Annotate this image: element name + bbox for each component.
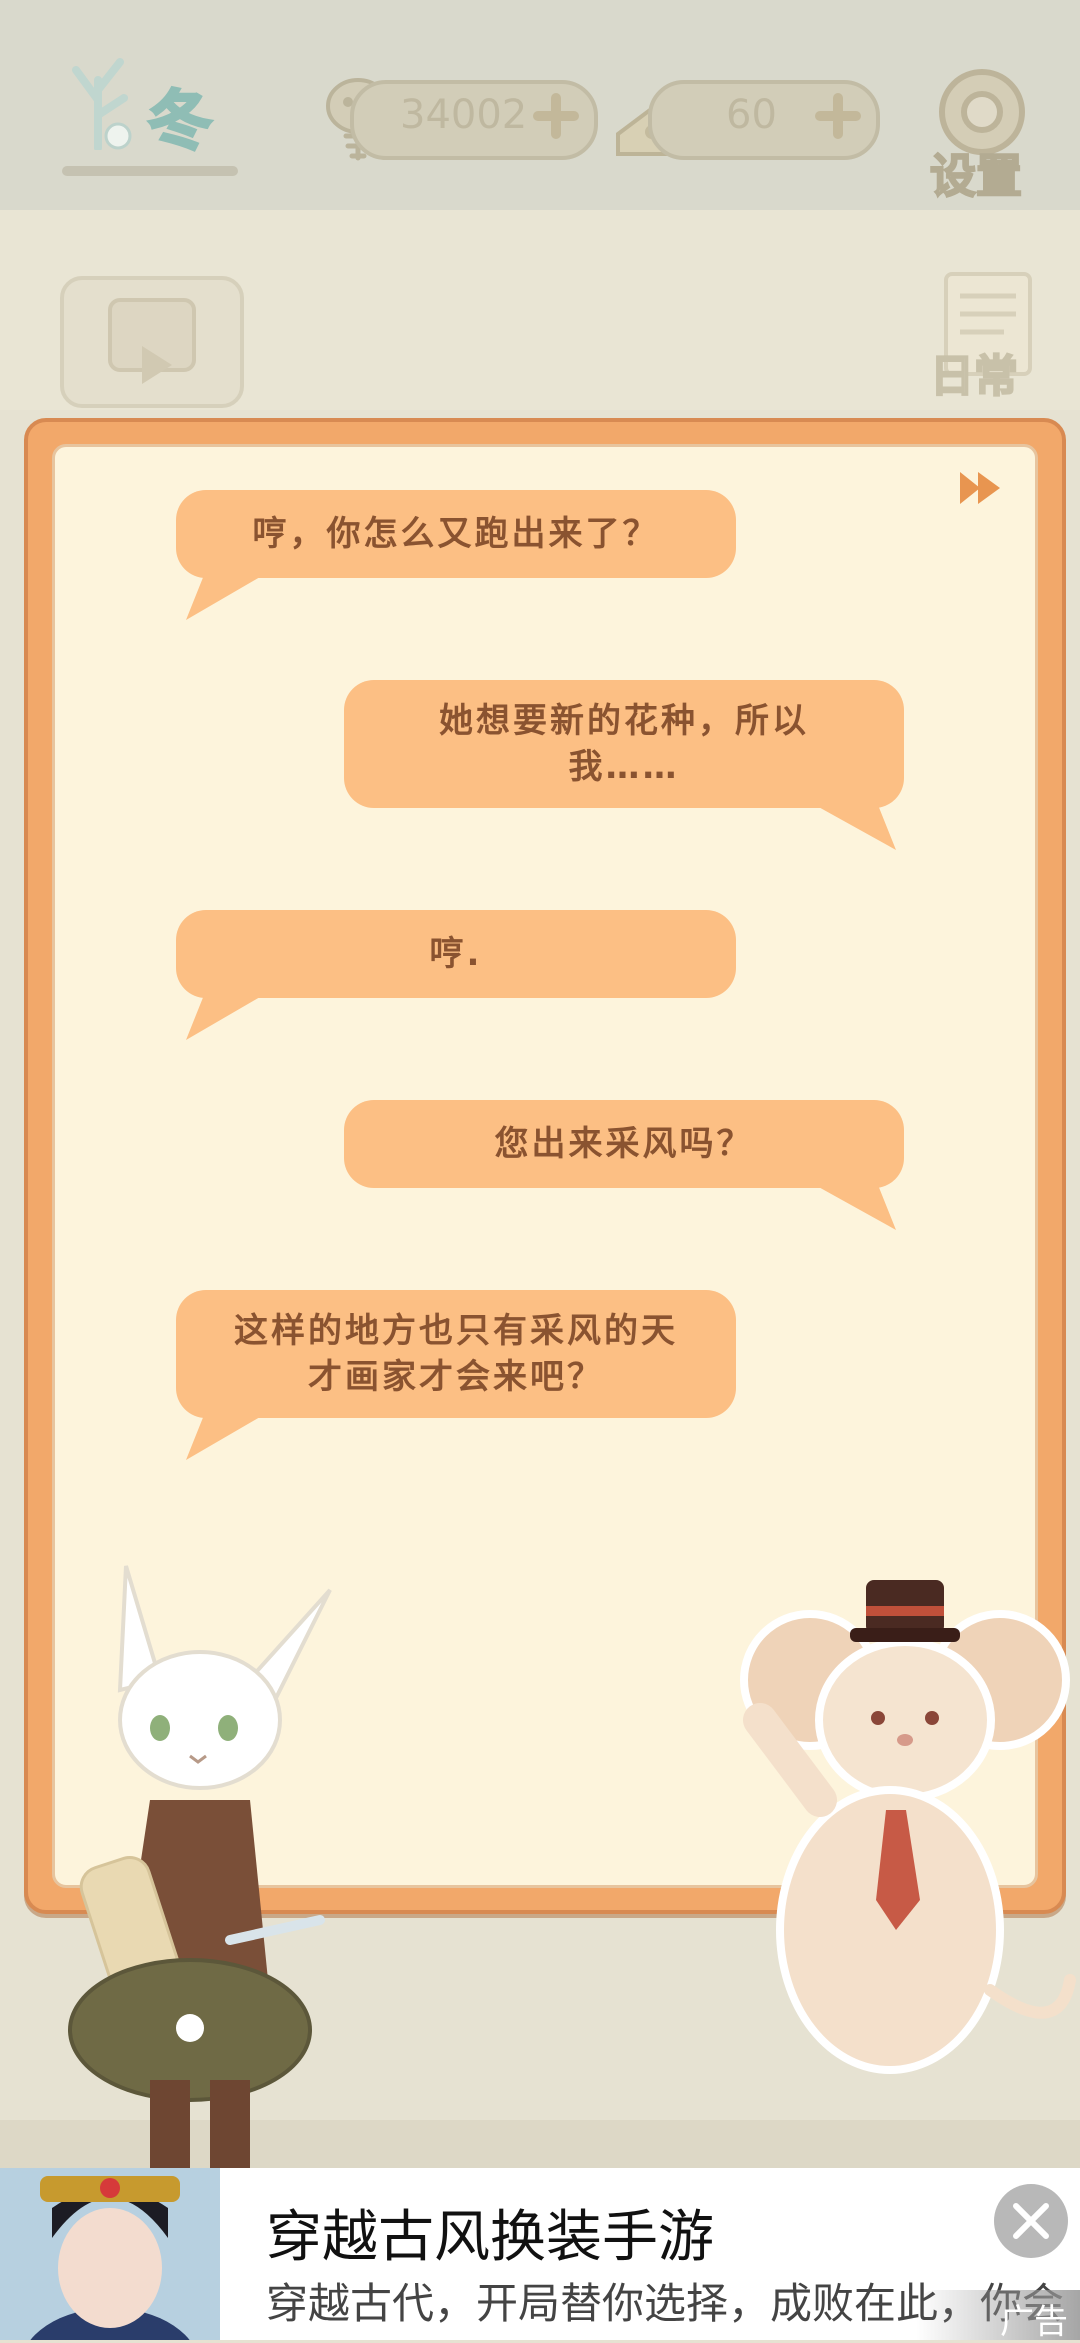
bubble-tail-5 (186, 1410, 272, 1460)
add-cheese-icon[interactable] (814, 92, 862, 140)
dialog-line-1: 哼，你怎么又跑出来了？ (176, 490, 736, 578)
bubble-tail-2 (806, 800, 896, 850)
season-progress-bar (62, 166, 238, 176)
bubble-tail-3 (186, 990, 272, 1040)
fox-painter-character (68, 1565, 332, 2170)
fish-counter: 34002 (350, 80, 598, 160)
ad-thumbnail-image[interactable] (0, 2168, 220, 2340)
cheese-counter: 60 (648, 80, 880, 160)
dialog-line-2: 她想要新的花种，所以我…… (344, 680, 904, 808)
ad-close-button[interactable] (994, 2184, 1068, 2258)
dialog-line-3: 哼. (176, 910, 736, 998)
ad-portrait-image (0, 2168, 220, 2340)
settings-label[interactable]: 设置 (929, 140, 1023, 206)
bubble-tail-1 (186, 570, 272, 620)
dialog-line-4: 您出来采风吗？ (344, 1100, 904, 1188)
ad-badge: 广告 (916, 2290, 1080, 2342)
season-badge[interactable]: 冬 (38, 30, 268, 161)
add-fish-icon[interactable] (532, 92, 580, 140)
play-icon (108, 298, 196, 384)
fast-forward-icon[interactable] (956, 468, 1004, 508)
ad-title[interactable]: 穿越古风换装手游 (266, 2192, 714, 2273)
ad-badge-label: 广告 (1000, 2302, 1068, 2342)
video-reward-button[interactable] (60, 276, 244, 408)
bubble-tail-4 (806, 1180, 896, 1230)
cheese-count: 60 (726, 92, 777, 138)
close-icon (1013, 2203, 1049, 2239)
mouse-character (740, 1580, 1076, 2074)
snow-tree-icon (72, 58, 132, 150)
fish-count: 34002 (400, 92, 528, 138)
dialog-line-5: 这样的地方也只有采风的天才画家才会来吧？ (176, 1290, 736, 1418)
season-label: 冬 (147, 83, 214, 161)
daily-label[interactable]: 日常 (929, 340, 1019, 404)
